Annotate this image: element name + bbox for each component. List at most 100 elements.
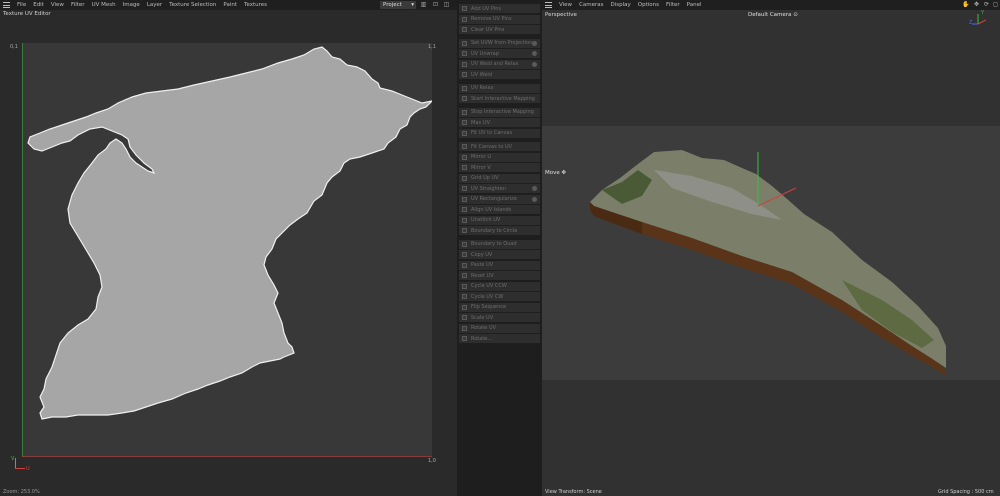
pan-hand-icon[interactable]: ✋ xyxy=(962,1,969,9)
tool-icon xyxy=(462,120,467,125)
project-dropdown[interactable]: Project ▾ xyxy=(380,1,416,9)
hamburger-menu-icon[interactable] xyxy=(3,2,10,8)
tool-button-label: UV Weld xyxy=(471,71,492,78)
viewport-menubar: View Cameras Display Options Filter Pane… xyxy=(542,0,1000,10)
tool-button[interactable]: Fit UV to Canvas xyxy=(459,128,540,138)
tool-button[interactable]: Boundary to Quad xyxy=(459,239,540,249)
tool-button[interactable]: Add UV Pins xyxy=(459,4,540,13)
uv-corner-top-right: 1,1 xyxy=(428,44,436,50)
tool-button[interactable]: Unstitch UV xyxy=(459,215,540,225)
rotate-icon[interactable]: ⟳ xyxy=(983,1,990,9)
menu-view[interactable]: View xyxy=(51,2,64,8)
tool-icon xyxy=(462,72,467,77)
uv-canvas[interactable] xyxy=(22,43,432,457)
menu-paint[interactable]: Paint xyxy=(223,2,237,8)
menu-filter[interactable]: Filter xyxy=(71,2,85,8)
tool-button[interactable]: UV Relax xyxy=(459,83,540,93)
tool-icon xyxy=(462,304,467,310)
menu-textures[interactable]: Textures xyxy=(244,2,267,8)
split-view-icon[interactable]: ◫ xyxy=(443,1,450,9)
tool-button[interactable]: Scale UV xyxy=(459,313,540,322)
tool-button[interactable]: Grid Up UV xyxy=(459,173,540,183)
tool-button[interactable]: Remove UV Pins xyxy=(459,14,540,24)
tool-button[interactable]: Stop Interactive Mapping xyxy=(459,107,540,117)
histogram-icon[interactable]: ▥ xyxy=(420,1,427,9)
tool-button-label: Clear UV Pins xyxy=(471,26,505,33)
uv-corner-bottom-right: 1,0 xyxy=(428,458,436,464)
tool-icon xyxy=(462,241,467,247)
tool-button[interactable]: Clear UV Pins xyxy=(459,25,540,34)
tool-button[interactable]: Align UV Islands xyxy=(459,205,540,214)
tool-button-label: Rotate... xyxy=(471,335,493,342)
gear-icon[interactable] xyxy=(532,40,537,46)
menu-texture-selection[interactable]: Texture Selection xyxy=(169,2,216,8)
tool-button-label: Boundary to Circle xyxy=(471,227,518,234)
lock-icon[interactable]: ⊡ xyxy=(432,1,439,9)
tool-button[interactable]: Max UV xyxy=(459,118,540,127)
tool-button[interactable]: UV Unwrap xyxy=(459,49,540,58)
tool-icon xyxy=(462,217,467,223)
menu-layer[interactable]: Layer xyxy=(147,2,162,8)
tool-button-label: Fit UV to Canvas xyxy=(471,130,513,136)
tool-button-label: UV Weld and Relax xyxy=(471,61,519,67)
project-dropdown-value: Project xyxy=(383,2,402,8)
vp-menu-options[interactable]: Options xyxy=(638,2,659,8)
menu-edit[interactable]: Edit xyxy=(33,2,44,8)
axis-widget-y-label: Y xyxy=(981,10,985,16)
tool-button[interactable]: Paste UV xyxy=(459,260,540,270)
tool-button[interactable]: Mirror V xyxy=(459,163,540,172)
tool-icon xyxy=(462,252,467,257)
tool-icon xyxy=(462,96,467,101)
view-transform-readout: View Transform: Scene xyxy=(545,489,602,495)
tool-icon xyxy=(462,186,467,191)
tool-button[interactable]: Reset UV xyxy=(459,271,540,280)
hamburger-menu-icon[interactable] xyxy=(545,2,552,8)
tool-icon xyxy=(462,228,467,233)
camera-label[interactable]: Default Camera ⊙ xyxy=(748,12,798,18)
tool-icon xyxy=(462,27,467,32)
tool-button[interactable]: UV Weld xyxy=(459,70,540,79)
tool-icon xyxy=(462,61,467,67)
tool-button-label: Paste UV xyxy=(471,262,494,268)
gear-icon[interactable] xyxy=(532,51,537,56)
grid-spacing-readout: Grid Spacing : 500 cm xyxy=(938,489,994,495)
vp-menu-view[interactable]: View xyxy=(559,2,572,8)
tool-icon xyxy=(462,315,467,320)
tool-icon xyxy=(462,325,467,331)
maximize-icon[interactable]: ◻ xyxy=(992,1,999,9)
tool-button[interactable]: Boundary to Circle xyxy=(459,226,540,235)
zoom-readout: Zoom: 253.0% xyxy=(3,489,40,495)
menu-image[interactable]: Image xyxy=(123,2,140,8)
vp-menu-cameras[interactable]: Cameras xyxy=(579,2,603,8)
tool-button[interactable]: UV Rectangularize xyxy=(459,194,540,204)
gear-icon[interactable] xyxy=(532,186,537,191)
uv-island xyxy=(27,46,432,420)
tool-button[interactable]: Fit Canvas to UV xyxy=(459,142,540,151)
tool-button[interactable]: UV Weld and Relax xyxy=(459,59,540,69)
tool-button-label: Cycle UV CCW xyxy=(471,283,507,289)
tool-button[interactable]: Cycle UV CW xyxy=(459,292,540,301)
move-icon[interactable]: ✥ xyxy=(973,1,980,9)
tool-button[interactable]: Rotate... xyxy=(459,334,540,343)
tool-button-label: Add UV Pins xyxy=(471,5,502,12)
tool-button[interactable]: Flip Sequence xyxy=(459,302,540,312)
menu-uv-mesh[interactable]: UV Mesh xyxy=(92,2,116,8)
tool-button[interactable]: Set UVW from Projection xyxy=(459,38,540,48)
move-crosshair-icon: ✥ xyxy=(561,170,567,176)
tool-button[interactable]: Start Interactive Mapping xyxy=(459,94,540,103)
tool-icon xyxy=(462,262,467,268)
tool-button[interactable]: Copy UV xyxy=(459,250,540,259)
tool-button-label: UV Rectangularize xyxy=(471,196,517,202)
vp-menu-display[interactable]: Display xyxy=(611,2,631,8)
tool-icon xyxy=(462,154,467,160)
tool-button[interactable]: Rotate UV xyxy=(459,323,540,333)
tool-button[interactable]: Cycle UV CCW xyxy=(459,281,540,291)
gear-icon[interactable] xyxy=(532,61,537,67)
uv-gizmo-u-label: U xyxy=(26,466,30,472)
tool-button[interactable]: UV Straighten xyxy=(459,184,540,193)
menu-file[interactable]: File xyxy=(17,2,26,8)
vp-menu-panel[interactable]: Panel xyxy=(687,2,702,8)
gear-icon[interactable] xyxy=(532,196,537,202)
tool-button[interactable]: Mirror U xyxy=(459,152,540,162)
vp-menu-filter[interactable]: Filter xyxy=(666,2,680,8)
